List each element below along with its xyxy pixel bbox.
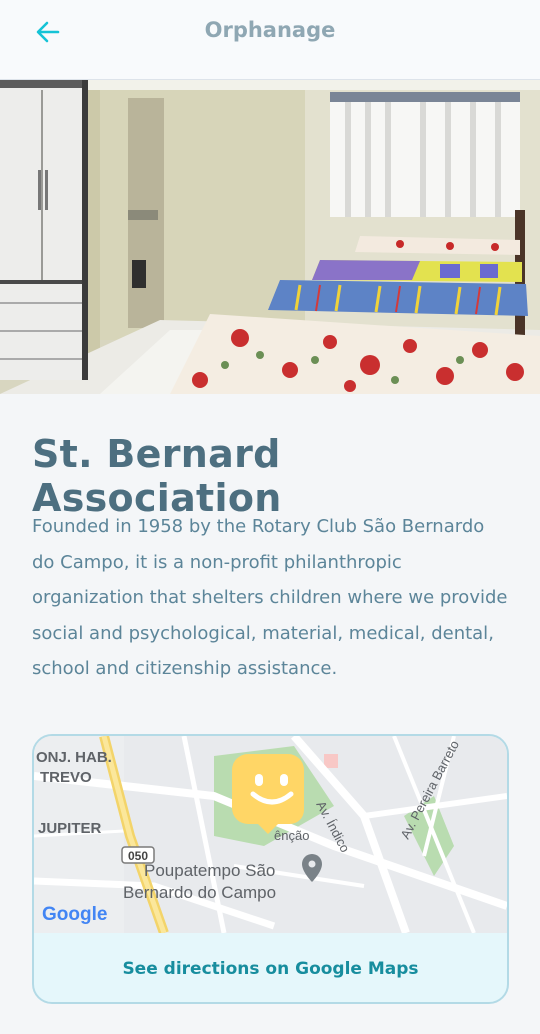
- map-label-area1-line1: ONJ. HAB.: [36, 749, 112, 766]
- map-label-area1-line2: TREVO: [40, 769, 92, 786]
- poi-label-line1: Poupatempo São: [144, 861, 275, 880]
- map-street-label: ênção: [274, 828, 309, 843]
- map-preview[interactable]: ONJ. HAB. TREVO JUPITER 050 Av. Índico A…: [34, 736, 507, 933]
- hero-image: [0, 80, 540, 394]
- organization-name: St. Bernard Association: [32, 432, 282, 520]
- poi-label-line2: Bernardo do Campo: [123, 883, 276, 902]
- map-label-area2: JUPITER: [38, 820, 102, 837]
- smiley-marker-icon[interactable]: [232, 754, 304, 834]
- directions-link[interactable]: See directions on Google Maps: [34, 933, 507, 1002]
- app-header: Orphanage: [0, 0, 540, 80]
- map-card[interactable]: ONJ. HAB. TREVO JUPITER 050 Av. Índico A…: [32, 734, 509, 1004]
- organization-description: Founded in 1958 by the Rotary Club São B…: [32, 516, 508, 679]
- page-title: Orphanage: [204, 18, 336, 42]
- google-logo: Google: [42, 904, 107, 925]
